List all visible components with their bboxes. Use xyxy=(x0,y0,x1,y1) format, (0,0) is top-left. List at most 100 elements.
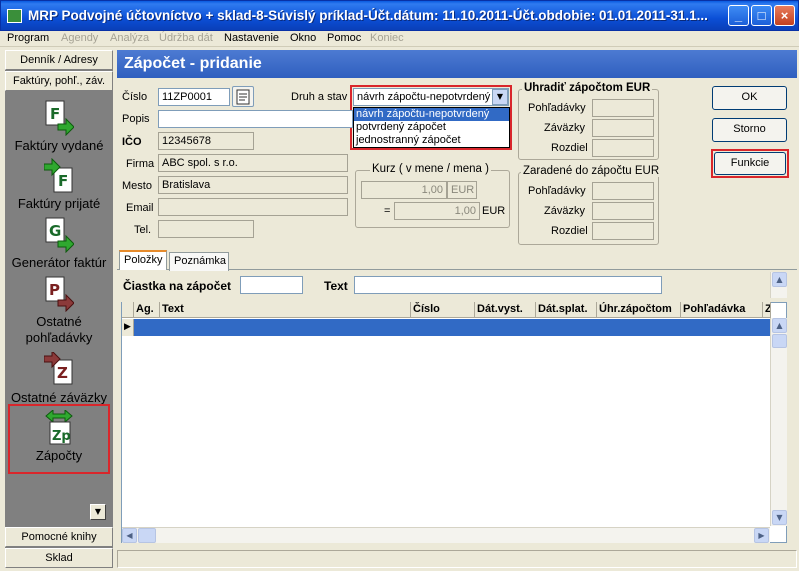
sidebar-item-label: Generátor faktúr xyxy=(11,255,107,270)
menu-udrzba[interactable]: Údržba dát xyxy=(159,32,213,44)
funkcie-button[interactable]: Funkcie xyxy=(714,152,786,175)
svg-text:F: F xyxy=(58,172,68,190)
menu-analyza[interactable]: Analýza xyxy=(110,32,149,44)
ciastka-input[interactable] xyxy=(240,276,303,294)
sidebar-header-faktury[interactable]: Faktúry, pohľ., záv. xyxy=(5,71,113,91)
chevron-down-icon[interactable]: ▼ xyxy=(492,89,508,105)
firma-label: Firma xyxy=(126,158,155,170)
calculator-icon[interactable] xyxy=(232,86,254,107)
svg-text:Zp: Zp xyxy=(52,429,71,444)
scroll-up-icon[interactable]: ▲ xyxy=(772,318,787,333)
kurz-currency: EUR xyxy=(447,181,477,199)
grid-col-uhr-zapoctom[interactable]: Úhr.zápočtom xyxy=(597,302,681,318)
mesto-field[interactable]: Bratislava xyxy=(158,176,348,194)
invoice-issued-icon: F xyxy=(45,100,74,136)
sidebar-item-zapocty[interactable]: Zp Zápočty xyxy=(5,410,113,464)
menu-pomoc[interactable]: Pomoc xyxy=(327,32,361,44)
menu-program[interactable]: Program xyxy=(7,32,49,44)
scroll-right-icon[interactable]: ▶ xyxy=(754,528,769,543)
items-grid xyxy=(121,302,787,543)
druh-option-jednostranny[interactable]: jednostranný zápočet xyxy=(354,134,509,147)
close-button[interactable]: × xyxy=(774,5,795,26)
uhradit-zavazky-label: Záväzky xyxy=(544,122,585,134)
menu-nastavenie[interactable]: Nastavenie xyxy=(224,32,279,44)
sidebar-header-dennik[interactable]: Denník / Adresy xyxy=(5,50,113,70)
scroll-down-icon[interactable]: ▼ xyxy=(772,510,787,525)
scroll-left-icon[interactable]: ◀ xyxy=(122,528,137,543)
uhradit-title: Uhradiť zápočtom EUR xyxy=(522,82,653,94)
sidebar-header-sklad[interactable]: Sklad xyxy=(5,548,113,568)
grid-col-ag[interactable]: Ag. xyxy=(134,302,160,318)
grid-col-text[interactable]: Text xyxy=(160,302,411,318)
uhradit-pohladavky-field xyxy=(592,99,654,117)
grid-vscrollbar[interactable]: ▲ ▼ xyxy=(770,318,787,526)
ciastka-label: Čiastka na zápočet xyxy=(123,279,232,293)
grid-col-z[interactable]: Z xyxy=(763,302,771,318)
sidebar-item-faktury-vydane[interactable]: F Faktúry vydané xyxy=(5,100,113,154)
druh-option-potvrdeny[interactable]: potvrdený zápočet xyxy=(354,121,509,134)
storno-button[interactable]: Storno xyxy=(712,118,787,142)
form-title: Zápočet - pridanie xyxy=(117,50,797,78)
table-row[interactable] xyxy=(134,319,771,336)
text-filter-input[interactable] xyxy=(354,276,662,294)
svg-text:G: G xyxy=(49,222,61,240)
druh-select[interactable]: návrh zápočtu-nepotvrdený xyxy=(353,88,509,106)
status-bar xyxy=(117,550,797,568)
vscroll-thumb[interactable] xyxy=(772,334,787,348)
sidebar-item-label: Zápočty xyxy=(35,448,83,463)
zaradene-pohladavky-label: Pohľadávky xyxy=(528,185,586,197)
svg-text:Z: Z xyxy=(57,364,68,382)
sidebar-item-label: Faktúry vydané xyxy=(14,138,104,153)
liabilities-icon: Z xyxy=(44,352,73,385)
maximize-button[interactable]: □ xyxy=(751,5,772,26)
uhradit-pohladavky-label: Pohľadávky xyxy=(528,102,586,114)
sidebar-header-pomocne-knihy[interactable]: Pomocné knihy xyxy=(5,527,113,547)
scroll-up-icon[interactable]: ▲ xyxy=(772,272,787,287)
tab-poznamka[interactable]: Poznámka xyxy=(169,252,229,271)
grid-col-cislo[interactable]: Číslo xyxy=(411,302,475,318)
invoice-generator-icon: G xyxy=(45,217,74,253)
kurz-result-currency: EUR xyxy=(482,205,506,217)
sidebar-item-ostatne-pohladavky[interactable]: P Ostatné pohľadávky xyxy=(5,276,113,346)
email-field[interactable] xyxy=(158,198,348,216)
ico-field[interactable]: 12345678 xyxy=(158,132,254,150)
zaradene-title: Zaradené do zápočtu EUR xyxy=(521,165,662,177)
app-icon xyxy=(7,9,22,23)
tel-label: Tel. xyxy=(134,224,152,236)
text-filter-label: Text xyxy=(324,279,348,293)
tab-polozky[interactable]: Položky xyxy=(119,250,167,270)
cislo-input[interactable]: 11ZP0001 xyxy=(158,88,230,106)
sidebar-item-label: Ostatné záväzky xyxy=(10,390,108,405)
sidebar-item-label: Faktúry prijaté xyxy=(17,196,101,211)
sidebar-item-ostatne-zavazky[interactable]: Z Ostatné záväzky xyxy=(5,352,113,406)
firma-field[interactable]: ABC spol. s r.o. xyxy=(158,154,348,172)
minimize-button[interactable]: _ xyxy=(728,5,749,26)
kurz-input[interactable]: 1,00 xyxy=(361,181,447,199)
sidebar-item-generator[interactable]: G Generátor faktúr xyxy=(5,217,113,271)
menu-okno[interactable]: Okno xyxy=(290,32,316,44)
email-label: Email xyxy=(126,202,154,214)
popis-label: Popis xyxy=(122,113,150,125)
window-title: MRP Podvojné účtovníctvo + sklad-8-Súvis… xyxy=(28,8,708,23)
tel-field[interactable] xyxy=(158,220,254,238)
cislo-label: Číslo xyxy=(122,91,148,103)
zaradene-pohladavky-field xyxy=(592,182,654,200)
ok-button[interactable]: OK xyxy=(712,86,787,110)
menu-agendy[interactable]: Agendy xyxy=(61,32,98,44)
grid-col-dat-splat[interactable]: Dát.splat. xyxy=(536,302,597,318)
grid-hscrollbar[interactable]: ◀ ▶ xyxy=(122,527,770,543)
mesto-label: Mesto xyxy=(122,180,152,192)
uhradit-rozdiel-label: Rozdiel xyxy=(551,142,588,154)
filter-scrollbar[interactable]: ▲ xyxy=(770,272,787,298)
popis-input[interactable] xyxy=(158,110,353,128)
hscroll-thumb[interactable] xyxy=(138,528,156,543)
grid-col-pohladavka[interactable]: Pohľadávka xyxy=(681,302,763,318)
window-title-bar[interactable]: MRP Podvojné účtovníctvo + sklad-8-Súvis… xyxy=(0,0,799,31)
druh-option-navrh[interactable]: návrh zápočtu-nepotvrdený xyxy=(354,108,509,121)
sidebar-item-faktury-prijate[interactable]: F Faktúry prijaté xyxy=(5,158,113,212)
menu-koniec[interactable]: Koniec xyxy=(370,32,404,44)
sidebar-scroll-down-button[interactable]: ▼ xyxy=(90,504,106,520)
uhradit-zavazky-field xyxy=(592,119,654,137)
kurz-result: 1,00 xyxy=(394,202,480,220)
grid-col-dat-vyst[interactable]: Dát.vyst. xyxy=(475,302,536,318)
